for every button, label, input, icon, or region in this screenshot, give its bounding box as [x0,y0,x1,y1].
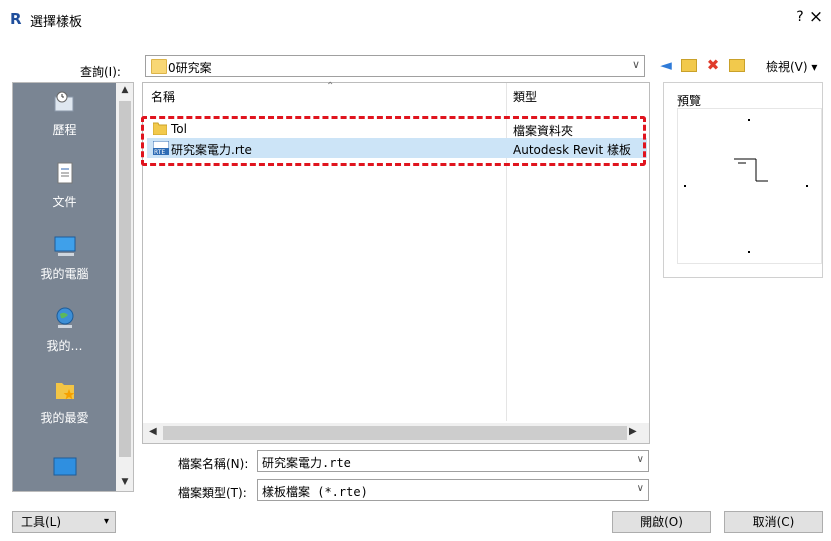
horizontal-scroll-thumb[interactable] [163,426,627,440]
filename-input[interactable]: 研究案電力.rte ∨ [257,450,649,472]
cancel-button[interactable]: 取消(C) [724,511,823,533]
tools-label: 工具(L) [21,515,62,529]
open-button[interactable]: 開啟(O) [612,511,711,533]
favorites-icon [52,377,78,403]
place-desktop[interactable] [13,455,116,487]
up-folder-icon[interactable] [680,56,698,74]
chevron-down-icon[interactable]: ∨ [637,483,644,494]
highlight-annotation [141,116,646,166]
revit-logo-icon: R [10,10,22,28]
places-list: 歷程 文件 我的電腦 我的… 我的最愛 [13,83,116,491]
scroll-down-icon[interactable]: ▼ [117,477,133,487]
chevron-down-icon[interactable]: ∨ [637,454,644,465]
places-scroll-thumb[interactable] [119,101,131,457]
place-label: 我的… [46,339,83,353]
chevron-down-icon[interactable]: ∨ [632,58,640,71]
delete-icon[interactable]: ✖ [704,56,722,74]
back-arrow-icon[interactable]: ◄ [657,56,675,74]
view-menu-arrow-icon: ▾ [811,60,818,74]
lookin-value: 0研究案 [168,61,212,75]
filetype-dropdown[interactable]: 樣板檔案 (*.rte) ∨ [257,479,649,501]
preview-thumbnail [677,108,822,264]
filename-value: 研究案電力.rte [262,456,351,470]
view-menu-label: 檢視(V) [766,60,808,74]
dialog-title: 選擇樣板 [30,15,83,30]
place-network[interactable]: 我的… [13,305,116,354]
filetype-value: 樣板檔案 (*.rte) [262,485,368,499]
preview-drawing [734,158,768,182]
preview-label: 預覽 [677,94,702,108]
column-header-type[interactable]: 類型 [513,88,537,105]
lookin-dropdown[interactable]: 0研究案 ∨ [145,55,645,77]
horizontal-scrollbar[interactable]: ◀ ▶ [143,423,649,443]
tools-arrow-icon: ▾ [103,516,109,527]
place-label: 歷程 [52,123,77,137]
documents-icon [52,161,78,187]
place-documents[interactable]: 文件 [13,161,116,210]
place-computer[interactable]: 我的電腦 [13,233,116,282]
title-bar: R 選擇樣板 ? × [0,0,831,38]
scroll-right-icon[interactable]: ▶ [629,426,637,437]
scroll-up-icon[interactable]: ▲ [117,85,133,95]
close-button[interactable]: × [806,7,826,27]
filename-label: 檔案名稱(N): [178,457,249,471]
folder-icon [151,59,167,74]
lookin-label: 查詢(I): [80,65,121,79]
place-history[interactable]: 歷程 [13,89,116,138]
desktop-icon [52,455,78,481]
new-folder-icon[interactable] [728,56,746,74]
column-header-name[interactable]: 名稱 [151,88,175,105]
place-label: 文件 [52,195,77,209]
places-bar: 歷程 文件 我的電腦 我的… 我的最愛 ▲ ▼ [12,82,134,492]
sort-ascending-icon: ⌃ [326,81,335,92]
network-icon [52,305,78,331]
computer-icon [52,233,78,259]
place-favorites[interactable]: 我的最愛 [13,377,116,426]
history-icon [52,89,78,115]
view-menu-button[interactable]: 檢視(V) ▾ [766,58,817,75]
filetype-label: 檔案類型(T): [178,486,247,500]
tools-button[interactable]: 工具(L) ▾ [12,511,116,533]
place-label: 我的電腦 [40,267,89,281]
place-label: 我的最愛 [40,411,89,425]
scroll-left-icon[interactable]: ◀ [149,426,157,437]
